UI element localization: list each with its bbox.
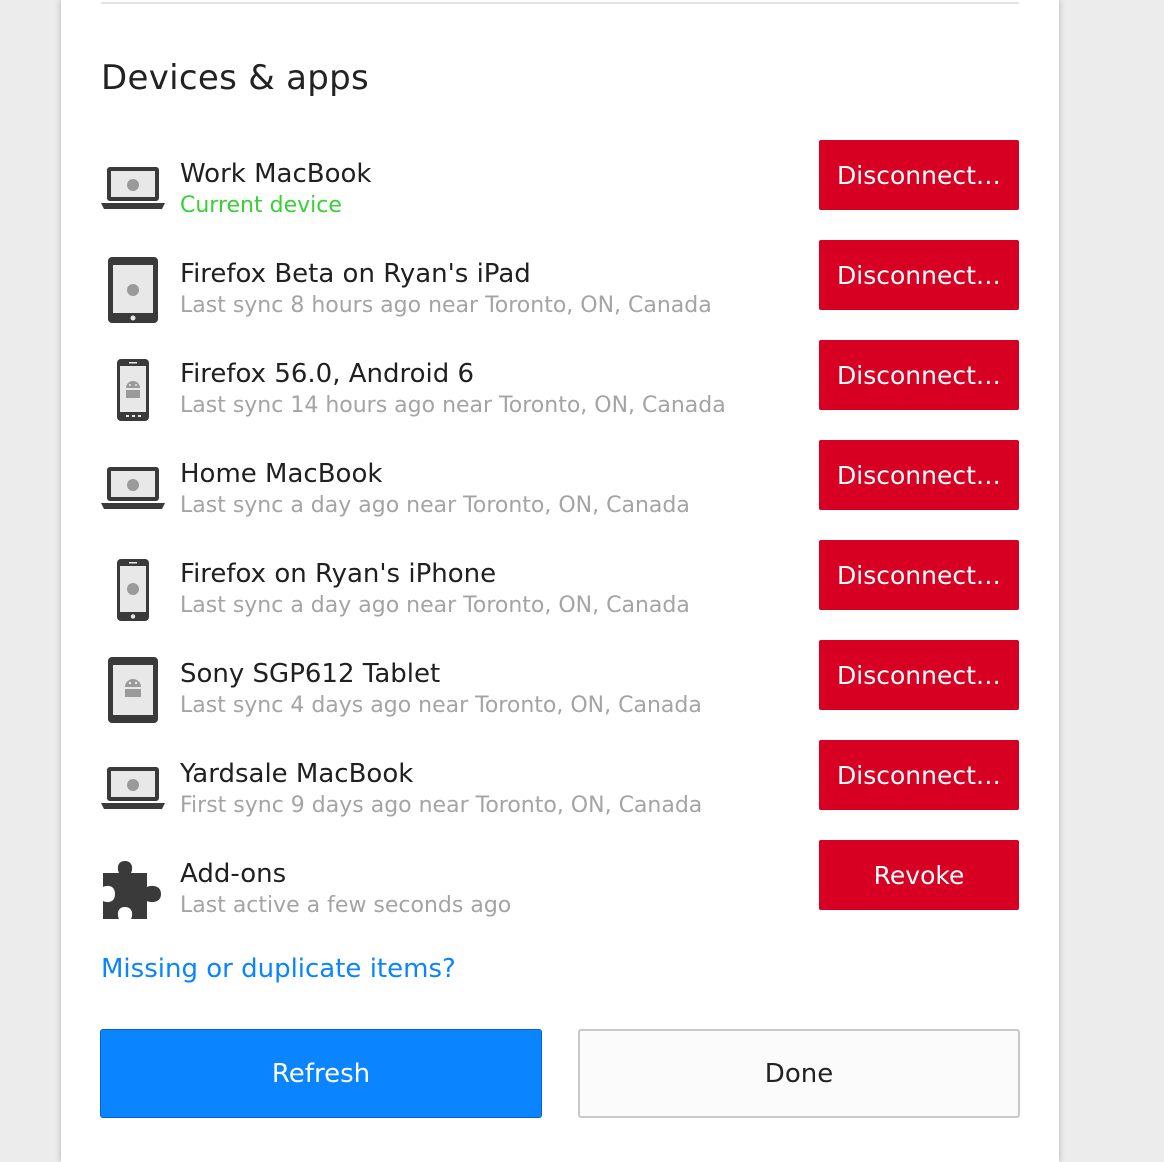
disconnect-button[interactable]: Disconnect…	[819, 440, 1019, 510]
device-last-sync: Last sync 14 hours ago near Toronto, ON,…	[180, 393, 726, 418]
done-button[interactable]: Done	[578, 1029, 1020, 1118]
section-title: Devices & apps	[101, 58, 370, 98]
device-name: Firefox Beta on Ryan's iPad	[180, 259, 531, 289]
laptop-icon	[101, 457, 165, 527]
device-last-sync: Last sync a day ago near Toronto, ON, Ca…	[180, 593, 690, 618]
laptop-icon	[101, 757, 165, 827]
app-row: Add-ons Last active a few seconds ago Re…	[101, 840, 1019, 927]
phone-ios-icon	[101, 557, 165, 627]
refresh-button[interactable]: Refresh	[100, 1029, 542, 1118]
device-name: Firefox 56.0, Android 6	[180, 359, 475, 389]
disconnect-button[interactable]: Disconnect…	[819, 740, 1019, 810]
device-last-sync: Last sync 8 hours ago near Toronto, ON, …	[180, 293, 712, 318]
devices-panel: Devices & apps Work MacBook Current devi…	[61, 0, 1059, 1162]
device-row: Home MacBook Last sync a day ago near To…	[101, 440, 1019, 527]
device-name: Firefox on Ryan's iPhone	[180, 559, 497, 589]
disconnect-button[interactable]: Disconnect…	[819, 140, 1019, 210]
device-last-sync: Last sync 4 days ago near Toronto, ON, C…	[180, 693, 702, 718]
tablet-android-icon	[101, 657, 165, 727]
device-name: Sony SGP612 Tablet	[180, 659, 441, 689]
device-last-sync: Last sync a day ago near Toronto, ON, Ca…	[180, 493, 690, 518]
missing-duplicate-items-link[interactable]: Missing or duplicate items?	[101, 954, 456, 984]
device-row: Yardsale MacBook First sync 9 days ago n…	[101, 740, 1019, 827]
app-name: Add-ons	[180, 859, 287, 889]
device-last-sync: First sync 9 days ago near Toronto, ON, …	[180, 793, 703, 818]
puzzle-piece-icon	[101, 857, 165, 927]
current-device-label: Current device	[180, 193, 342, 218]
device-row: Firefox Beta on Ryan's iPad Last sync 8 …	[101, 240, 1019, 327]
device-row: Firefox on Ryan's iPhone Last sync a day…	[101, 540, 1019, 627]
device-name: Work MacBook	[180, 159, 372, 189]
disconnect-button[interactable]: Disconnect…	[819, 540, 1019, 610]
laptop-icon	[101, 157, 165, 227]
device-name: Home MacBook	[180, 459, 383, 489]
revoke-button[interactable]: Revoke	[819, 840, 1019, 910]
device-row: Sony SGP612 Tablet Last sync 4 days ago …	[101, 640, 1019, 727]
phone-android-icon	[101, 357, 165, 427]
device-row: Firefox 56.0, Android 6 Last sync 14 hou…	[101, 340, 1019, 427]
disconnect-button[interactable]: Disconnect…	[819, 640, 1019, 710]
disconnect-button[interactable]: Disconnect…	[819, 340, 1019, 410]
divider	[101, 2, 1019, 4]
tablet-ios-icon	[101, 257, 165, 327]
device-name: Yardsale MacBook	[180, 759, 414, 789]
app-last-active: Last active a few seconds ago	[180, 893, 512, 918]
device-row: Work MacBook Current device Disconnect…	[101, 140, 1019, 227]
disconnect-button[interactable]: Disconnect…	[819, 240, 1019, 310]
